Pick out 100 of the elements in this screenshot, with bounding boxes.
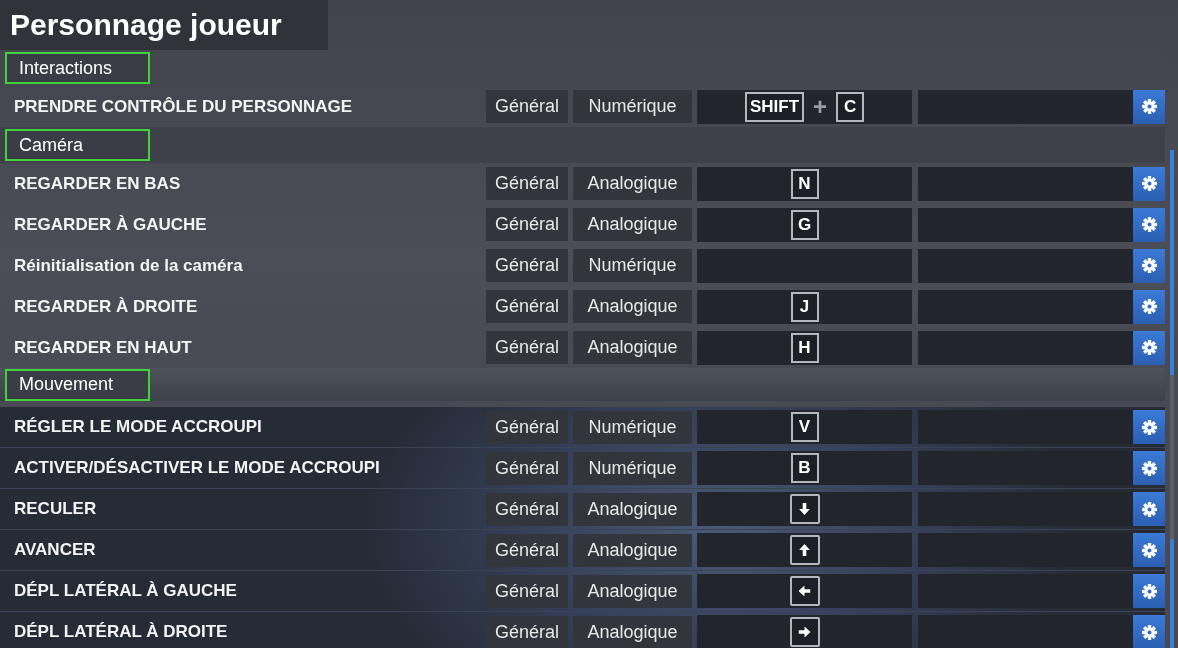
- input-type-label: Numérique: [573, 90, 692, 123]
- settings-icon: [1141, 99, 1157, 114]
- settings-button[interactable]: [1133, 533, 1165, 567]
- binding-field[interactable]: [918, 248, 1133, 283]
- settings-icon: [1141, 460, 1157, 476]
- binding-field[interactable]: J: [697, 289, 912, 324]
- input-type-label: Analogique: [573, 492, 692, 526]
- action-label: Réinitialisation de la caméra: [13, 255, 244, 276]
- category-label: Général: [486, 290, 568, 323]
- binding-field[interactable]: [697, 574, 912, 608]
- category-label: Général: [486, 574, 568, 608]
- scrollbar[interactable]: [1169, 150, 1174, 648]
- binding-field[interactable]: [918, 615, 1133, 648]
- key-cap: C: [836, 91, 865, 122]
- action-label: REGARDER EN HAUT: [13, 337, 193, 358]
- category-label: Général: [486, 90, 568, 123]
- key-cap: N: [790, 168, 819, 199]
- binding-field[interactable]: [697, 248, 912, 283]
- settings-button[interactable]: [1133, 492, 1165, 526]
- binding-field[interactable]: B: [697, 451, 912, 485]
- binding-field[interactable]: N: [697, 166, 912, 201]
- binding-field[interactable]: [918, 410, 1133, 444]
- key-cap: G: [790, 209, 819, 240]
- binding-field[interactable]: [918, 492, 1133, 526]
- category-label: Général: [486, 533, 568, 567]
- binding-field[interactable]: [918, 289, 1133, 324]
- page-title: Personnage joueur: [0, 0, 328, 50]
- action-label: REGARDER À DROITE: [13, 296, 199, 317]
- category-label: Général: [486, 208, 568, 241]
- binding-field[interactable]: [697, 533, 912, 567]
- action-label: RECULER: [13, 499, 98, 519]
- binding-field[interactable]: [918, 574, 1133, 608]
- category-label: Général: [486, 410, 568, 444]
- action-label: AVANCER: [13, 540, 97, 560]
- settings-icon: [1141, 624, 1157, 640]
- input-type-label: Numérique: [573, 410, 692, 444]
- arrow-left-icon: [798, 585, 811, 597]
- binding-field[interactable]: [918, 533, 1133, 567]
- action-label: DÉPL LATÉRAL À DROITE: [13, 622, 229, 642]
- settings-button[interactable]: [1133, 89, 1165, 124]
- settings-icon: [1141, 258, 1157, 273]
- category-label: Général: [486, 492, 568, 526]
- category-label: Général: [486, 167, 568, 200]
- settings-button[interactable]: [1133, 451, 1165, 485]
- settings-icon: [1141, 176, 1157, 191]
- settings-icon: [1141, 419, 1157, 435]
- settings-button[interactable]: [1133, 248, 1165, 283]
- key-cap: SHIFT: [744, 91, 805, 122]
- input-type-label: Analogique: [573, 574, 692, 608]
- settings-icon: [1141, 299, 1157, 314]
- settings-button[interactable]: [1133, 410, 1165, 444]
- action-label: PRENDRE CONTRÔLE DU PERSONNAGE: [13, 96, 354, 117]
- action-label: DÉPL LATÉRAL À GAUCHE: [13, 581, 238, 601]
- arrow-up-icon: [799, 544, 810, 556]
- action-label: REGARDER EN BAS: [13, 173, 182, 194]
- input-type-label: Analogique: [573, 615, 692, 648]
- input-type-label: Numérique: [573, 451, 692, 485]
- settings-button[interactable]: [1133, 574, 1165, 608]
- input-type-label: Analogique: [573, 331, 692, 364]
- binding-field[interactable]: G: [697, 207, 912, 242]
- settings-button[interactable]: [1133, 166, 1165, 201]
- key-cap: V: [790, 412, 819, 442]
- binding-field[interactable]: [918, 207, 1133, 242]
- category-label: Général: [486, 331, 568, 364]
- input-type-label: Analogique: [573, 208, 692, 241]
- input-type-label: Analogique: [573, 167, 692, 200]
- binding-field[interactable]: [918, 166, 1133, 201]
- section-header[interactable]: Interactions: [5, 52, 150, 84]
- binding-field[interactable]: SHIFT + C: [697, 89, 912, 124]
- key-cap: B: [790, 453, 819, 483]
- plus-sign: +: [813, 94, 828, 119]
- binding-field[interactable]: [918, 330, 1133, 365]
- binding-field[interactable]: V: [697, 410, 912, 444]
- settings-icon: [1141, 542, 1157, 558]
- category-label: Général: [486, 249, 568, 282]
- binding-field[interactable]: [918, 89, 1133, 124]
- settings-icon: [1141, 340, 1157, 355]
- settings-button[interactable]: [1133, 289, 1165, 324]
- section-header[interactable]: Mouvement: [5, 368, 150, 401]
- key-cap: H: [790, 332, 819, 363]
- action-label: RÉGLER LE MODE ACCROUPI: [13, 417, 263, 437]
- binding-field[interactable]: H: [697, 330, 912, 365]
- action-label: REGARDER À GAUCHE: [13, 214, 208, 235]
- section-header[interactable]: Caméra: [5, 129, 150, 161]
- settings-button[interactable]: [1133, 330, 1165, 365]
- action-label: ACTIVER/DÉSACTIVER LE MODE ACCROUPI: [13, 458, 381, 478]
- binding-field[interactable]: [697, 615, 912, 648]
- category-label: Général: [486, 615, 568, 648]
- settings-icon: [1141, 583, 1157, 599]
- binding-field[interactable]: [918, 451, 1133, 485]
- input-type-label: Analogique: [573, 533, 692, 567]
- settings-button[interactable]: [1133, 615, 1165, 648]
- arrow-right-icon: [798, 626, 811, 638]
- arrow-down-icon: [799, 503, 810, 515]
- settings-button[interactable]: [1133, 207, 1165, 242]
- binding-field[interactable]: [697, 492, 912, 526]
- category-label: Général: [486, 451, 568, 485]
- settings-icon: [1141, 501, 1157, 517]
- key-cap: J: [790, 291, 819, 322]
- input-type-label: Numérique: [573, 249, 692, 282]
